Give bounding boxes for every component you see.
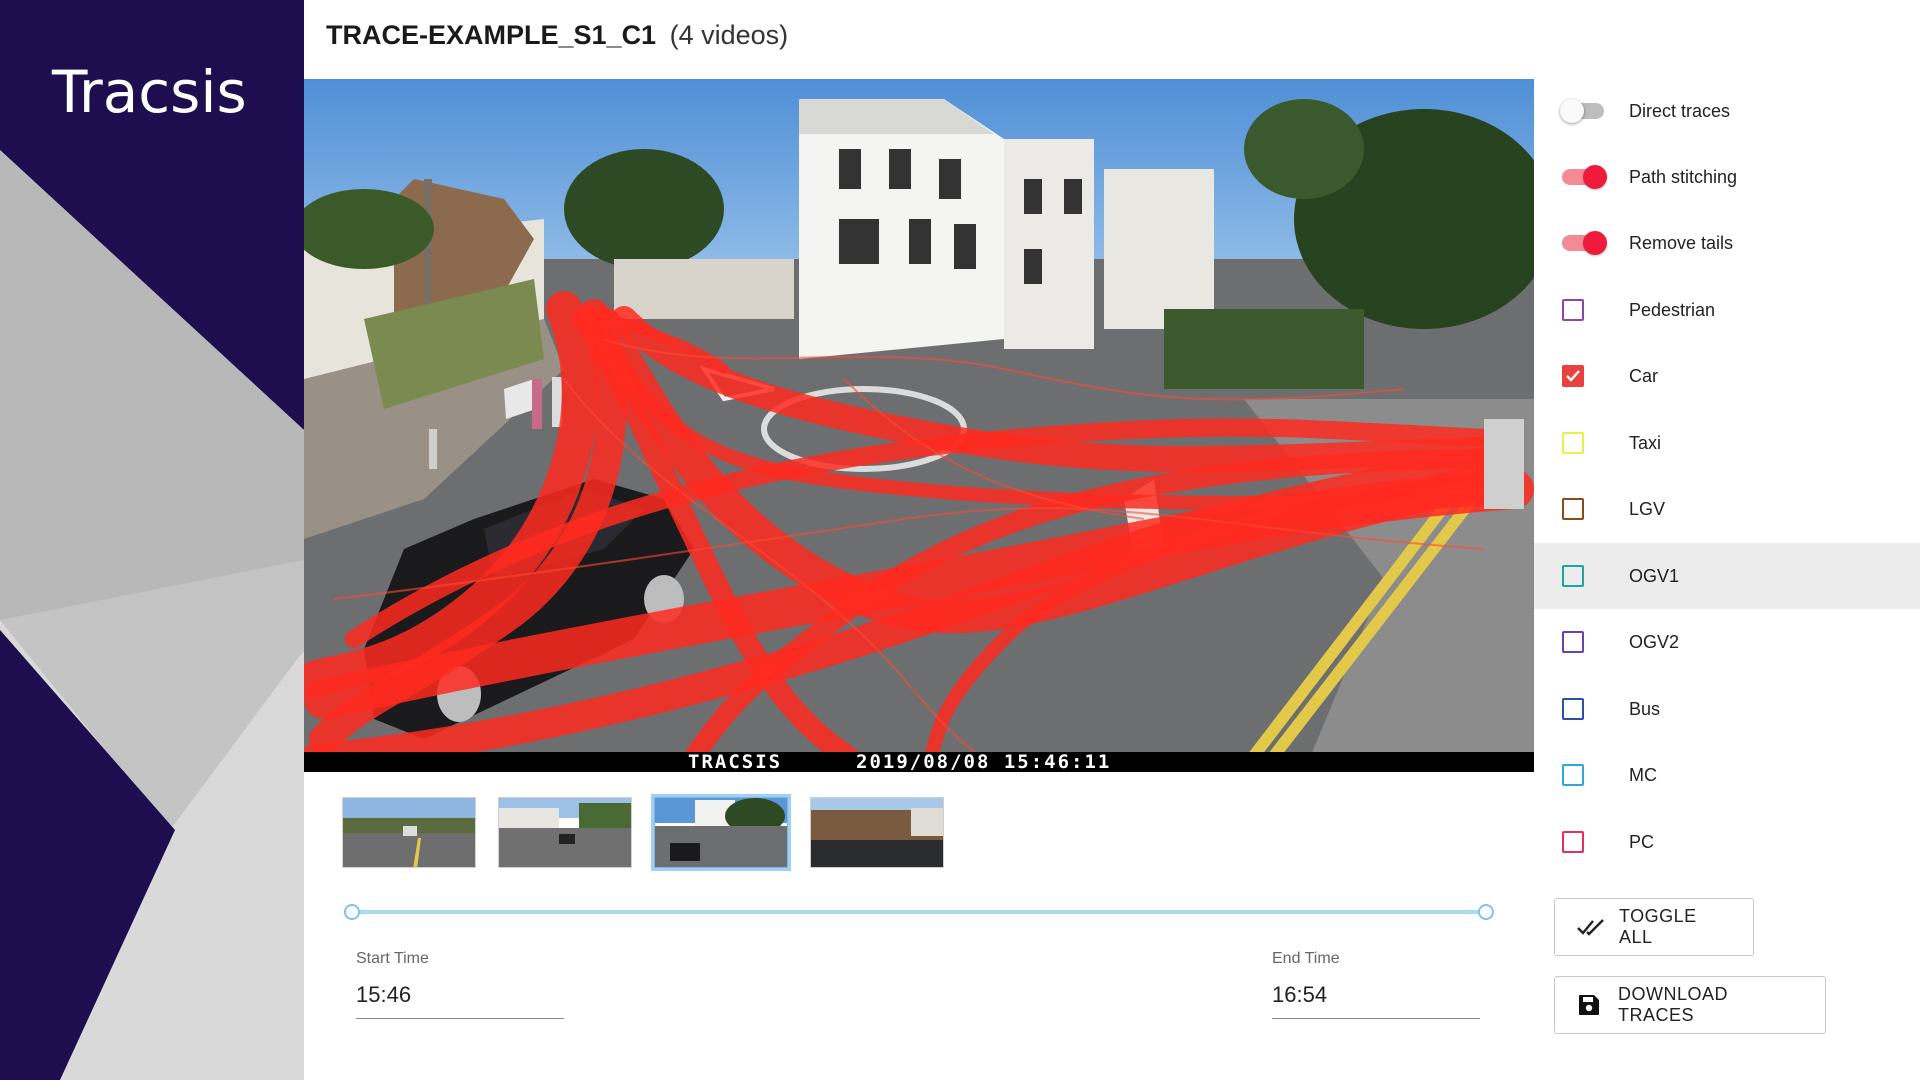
- video-thumbnails: [342, 797, 944, 868]
- end-time-field[interactable]: End Time 16:54: [1272, 950, 1480, 1019]
- ogv2-checkbox[interactable]: [1562, 631, 1584, 653]
- class-option-pedestrian[interactable]: Pedestrian: [1534, 277, 1920, 343]
- end-time-input[interactable]: 16:54: [1272, 982, 1480, 1019]
- logo-text: Tracsis: [52, 58, 247, 126]
- class-option-car[interactable]: Car: [1534, 343, 1920, 409]
- start-time-input[interactable]: 15:46: [356, 982, 564, 1019]
- tracsis-logo: Tracsis: [52, 58, 247, 126]
- ogv1-checkbox[interactable]: [1562, 565, 1584, 587]
- video-count: (4 videos): [669, 20, 789, 50]
- option-remove-tails[interactable]: Remove tails: [1534, 210, 1920, 276]
- car-checkbox[interactable]: [1562, 365, 1584, 387]
- street-scene: [304, 79, 1534, 772]
- time-range-track[interactable]: [352, 910, 1486, 914]
- toggle-all-label: TOGGLE ALL: [1619, 906, 1697, 947]
- checkmark-icon: [1566, 370, 1580, 382]
- brand-panel: Tracsis: [0, 0, 304, 1080]
- pc-checkbox[interactable]: [1562, 831, 1584, 853]
- video-thumbnail-3[interactable]: [654, 797, 788, 868]
- start-time-field[interactable]: Start Time 15:46: [356, 950, 564, 1019]
- option-path-stitching[interactable]: Path stitching: [1534, 144, 1920, 210]
- option-direct-traces[interactable]: Direct traces: [1534, 78, 1920, 144]
- bus-checkbox[interactable]: [1562, 698, 1584, 720]
- car-label: Car: [1629, 365, 1659, 386]
- brand-background-shapes: [0, 150, 304, 1080]
- switch-thumb: [1583, 165, 1607, 189]
- download-traces-button[interactable]: DOWNLOAD TRACES: [1554, 976, 1826, 1034]
- path-stitching-label: Path stitching: [1629, 166, 1738, 187]
- video-thumbnail-4[interactable]: [810, 797, 944, 868]
- pc-label: PC: [1629, 831, 1655, 852]
- mc-label: MC: [1629, 764, 1657, 785]
- end-time-label: End Time: [1272, 950, 1340, 967]
- save-icon: [1577, 992, 1606, 1018]
- pedestrian-checkbox[interactable]: [1562, 299, 1584, 321]
- video-frame[interactable]: TRACSIS 2019/08/08 15:46:11: [304, 79, 1534, 772]
- video-osd: TRACSIS 2019/08/08 15:46:11: [304, 752, 1534, 772]
- class-option-ogv2[interactable]: OGV2: [1534, 609, 1920, 675]
- start-time-label: Start Time: [356, 950, 429, 967]
- class-option-lgv[interactable]: LGV: [1534, 476, 1920, 542]
- class-option-mc[interactable]: MC: [1534, 742, 1920, 808]
- taxi-label: Taxi: [1629, 432, 1662, 453]
- taxi-checkbox[interactable]: [1562, 432, 1584, 454]
- toggle-all-button[interactable]: TOGGLE ALL: [1554, 898, 1754, 956]
- double-check-icon: [1577, 914, 1607, 940]
- remove-tails-switch[interactable]: [1534, 210, 1629, 276]
- download-traces-label: DOWNLOAD TRACES: [1618, 984, 1729, 1025]
- osd-brand: TRACSIS: [688, 751, 783, 772]
- main-area: TRACE-EXAMPLE_S1_C1 (4 videos) TRACSIS 2…: [304, 0, 1534, 1080]
- options-panel: Direct traces Path stitching Remove tail…: [1534, 78, 1920, 1080]
- switch-thumb: [1583, 231, 1607, 255]
- class-option-taxi[interactable]: Taxi: [1534, 410, 1920, 476]
- end-time-handle[interactable]: [1478, 904, 1494, 920]
- lgv-checkbox[interactable]: [1562, 498, 1584, 520]
- ogv1-label: OGV1: [1629, 565, 1680, 586]
- direct-traces-switch[interactable]: [1534, 78, 1629, 144]
- time-range-slider[interactable]: [344, 904, 1494, 920]
- lgv-label: LGV: [1629, 498, 1666, 519]
- direct-traces-label: Direct traces: [1629, 100, 1731, 121]
- class-option-pc[interactable]: PC: [1534, 809, 1920, 875]
- bus-label: Bus: [1629, 698, 1661, 719]
- switch-thumb: [1560, 99, 1584, 123]
- path-stitching-switch[interactable]: [1534, 144, 1629, 210]
- class-option-bus[interactable]: Bus: [1534, 676, 1920, 742]
- osd-timestamp: 2019/08/08 15:46:11: [856, 751, 1112, 772]
- dataset-title: TRACE-EXAMPLE_S1_C1: [326, 20, 657, 50]
- video-thumbnail-2[interactable]: [498, 797, 632, 868]
- page-title: TRACE-EXAMPLE_S1_C1 (4 videos): [326, 20, 788, 51]
- mc-checkbox[interactable]: [1562, 764, 1584, 786]
- start-time-handle[interactable]: [344, 904, 360, 920]
- remove-tails-label: Remove tails: [1629, 232, 1734, 253]
- class-option-ogv1[interactable]: OGV1: [1534, 543, 1920, 609]
- ogv2-label: OGV2: [1629, 631, 1680, 652]
- video-thumbnail-1[interactable]: [342, 797, 476, 868]
- pedestrian-label: Pedestrian: [1629, 299, 1716, 320]
